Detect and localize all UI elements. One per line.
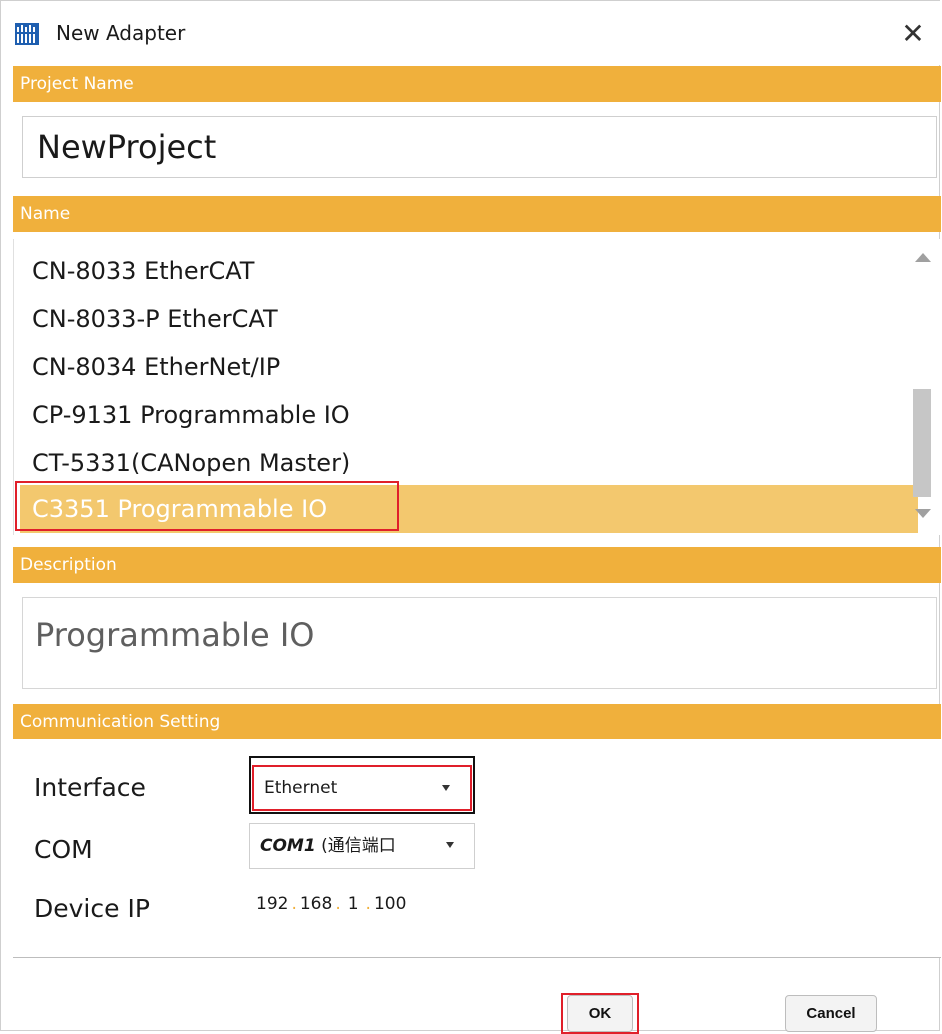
cancel-button[interactable]: Cancel xyxy=(785,995,877,1032)
scroll-down-arrow-icon[interactable] xyxy=(915,509,931,518)
ip-octet-3[interactable]: 1 xyxy=(344,894,363,914)
description-field: Programmable IO xyxy=(22,597,937,689)
chevron-down-icon xyxy=(446,842,454,848)
list-item[interactable]: CN-8033 EtherCAT xyxy=(20,247,918,295)
com-select[interactable]: COM1 (通信端口 xyxy=(249,823,475,869)
device-ip-label: Device IP xyxy=(34,894,150,923)
adapter-list[interactable]: CN-8033 EtherCAT CN-8033-P EtherCAT CN-8… xyxy=(13,239,941,535)
description-header: Description xyxy=(13,547,941,583)
scrollbar-thumb[interactable] xyxy=(913,389,931,497)
footer-divider xyxy=(13,957,941,958)
ip-octet-4[interactable]: 100 xyxy=(374,894,406,914)
list-item[interactable]: CN-8034 EtherNet/IP xyxy=(20,343,918,391)
list-item[interactable]: CT-5331(CANopen Master) xyxy=(20,439,918,487)
scroll-up-arrow-icon[interactable] xyxy=(915,253,931,262)
new-adapter-dialog: New Adapter ✕ Project Name NewProject Na… xyxy=(0,0,941,1034)
device-ip-input[interactable]: 192. 168. 1. 100 xyxy=(256,894,406,914)
interface-select[interactable]: Ethernet xyxy=(252,765,472,811)
window-title: New Adapter xyxy=(56,21,186,45)
ip-octet-2[interactable]: 168 xyxy=(300,894,332,914)
list-item[interactable]: CN-8033-P EtherCAT xyxy=(20,295,918,343)
chevron-down-icon xyxy=(442,785,450,791)
communication-setting-header: Communication Setting xyxy=(13,704,941,740)
com-port-desc: (通信端口 xyxy=(315,836,396,856)
project-name-header: Project Name xyxy=(13,66,941,102)
close-icon: ✕ xyxy=(901,17,925,50)
project-name-input[interactable]: NewProject xyxy=(22,116,937,178)
list-item[interactable]: CP-9131 Programmable IO xyxy=(20,391,918,439)
com-port-name: COM1 xyxy=(260,836,316,856)
interface-value: Ethernet xyxy=(264,778,338,798)
interface-label: Interface xyxy=(34,773,146,802)
ok-button[interactable]: OK xyxy=(567,995,633,1032)
adapter-app-icon xyxy=(15,23,39,45)
list-item-selected[interactable]: C3351 Programmable IO xyxy=(20,485,918,533)
title-bar: New Adapter ✕ xyxy=(1,1,941,65)
close-button[interactable]: ✕ xyxy=(893,15,933,53)
name-header: Name xyxy=(13,196,941,232)
com-label: COM xyxy=(34,835,93,864)
communication-panel xyxy=(13,739,941,957)
ip-octet-1[interactable]: 192 xyxy=(256,894,288,914)
